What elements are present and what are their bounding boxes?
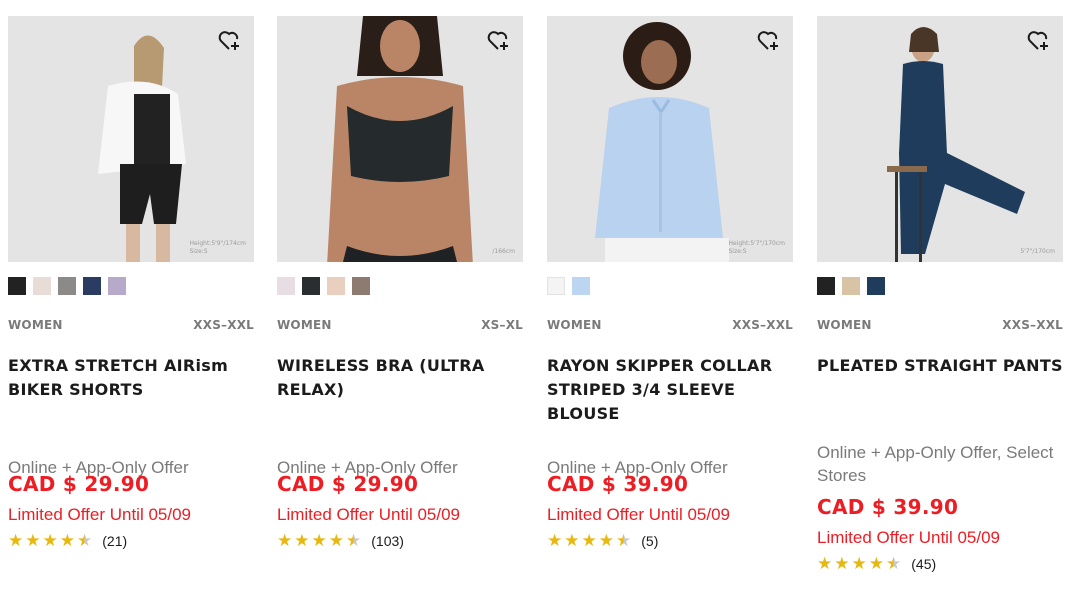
offer-label: Online + App-Only Offer, Select Stores [817, 443, 1054, 485]
star-icon: ★ [25, 531, 41, 550]
model-size-hint: /166cm [492, 248, 515, 255]
star-half-icon: ★ [886, 554, 902, 573]
product-meta: WOMEN XS–XL [277, 318, 523, 332]
star-half-icon: ★ [77, 531, 93, 550]
review-count: (103) [371, 533, 404, 549]
color-swatch[interactable] [302, 277, 320, 295]
star-icon: ★ [834, 554, 850, 573]
color-swatch[interactable] [277, 277, 295, 295]
star-icon: ★ [294, 531, 310, 550]
add-to-wishlist-button[interactable] [216, 26, 244, 54]
color-swatch[interactable] [547, 277, 565, 295]
rating: ★ ★ ★ ★ ★ (21) [8, 532, 127, 550]
color-swatch[interactable] [33, 277, 51, 295]
color-swatch[interactable] [867, 277, 885, 295]
size-range: XXS–XXL [732, 318, 793, 332]
add-to-wishlist-button[interactable] [1025, 26, 1053, 54]
heart-plus-icon [757, 31, 778, 50]
star-icon: ★ [59, 531, 75, 550]
product-meta: WOMEN XXS–XXL [817, 318, 1063, 332]
rating: ★ ★ ★ ★ ★ (5) [547, 532, 658, 550]
limited-offer-label: Limited Offer Until 05/09 [817, 528, 1000, 547]
model-size-hint: 5'7"/170cm [1020, 248, 1055, 255]
product-card[interactable]: Height:5'7"/170cm Size:S WOMEN XXS–XXL R… [547, 16, 793, 550]
product-card[interactable]: Height:5'9"/174cm Size:S WOMEN XXS–XXL E… [8, 16, 254, 550]
star-icon: ★ [581, 531, 597, 550]
color-swatches [277, 277, 370, 295]
color-swatches [817, 277, 885, 295]
star-icon: ★ [598, 531, 614, 550]
review-count: (45) [911, 556, 937, 572]
gender-label: WOMEN [277, 318, 332, 332]
gender-label: WOMEN [547, 318, 602, 332]
model-size-hint: Height:5'9"/174cm Size:S [189, 240, 246, 255]
color-swatch[interactable] [83, 277, 101, 295]
heart-plus-icon [487, 31, 508, 50]
product-name[interactable]: EXTRA STRETCH AIRism BIKER SHORTS [8, 354, 254, 402]
color-swatch[interactable] [108, 277, 126, 295]
star-icon: ★ [851, 554, 867, 573]
color-swatch[interactable] [572, 277, 590, 295]
gender-label: WOMEN [8, 318, 63, 332]
star-half-icon: ★ [346, 531, 362, 550]
rating: ★ ★ ★ ★ ★ (103) [277, 532, 404, 550]
review-count: (21) [102, 533, 128, 549]
color-swatch[interactable] [842, 277, 860, 295]
star-icon: ★ [817, 554, 833, 573]
star-icon: ★ [564, 531, 580, 550]
review-count: (5) [641, 533, 659, 549]
star-icon: ★ [277, 531, 293, 550]
color-swatch[interactable] [58, 277, 76, 295]
product-card[interactable]: 5'7"/170cm WOMEN XXS–XXL PLEATED STRAIGH… [817, 16, 1063, 573]
product-image[interactable]: Height:5'7"/170cm Size:S [547, 16, 793, 262]
product-card[interactable]: /166cm WOMEN XS–XL WIRELESS BRA (ULTRA R… [277, 16, 523, 550]
add-to-wishlist-button[interactable] [755, 26, 783, 54]
heart-plus-icon [1027, 31, 1048, 50]
star-icon: ★ [547, 531, 563, 550]
product-name[interactable]: WIRELESS BRA (ULTRA RELAX) [277, 354, 523, 402]
gender-label: WOMEN [817, 318, 872, 332]
star-icon: ★ [311, 531, 327, 550]
product-image[interactable]: Height:5'9"/174cm Size:S [8, 16, 254, 262]
color-swatch[interactable] [327, 277, 345, 295]
product-price: CAD $ 39.90 [547, 472, 689, 496]
star-icon: ★ [868, 554, 884, 573]
product-price: CAD $ 29.90 [8, 472, 150, 496]
color-swatches [547, 277, 590, 295]
limited-offer-label: Limited Offer Until 05/09 [547, 505, 730, 524]
product-name[interactable]: RAYON SKIPPER COLLAR STRIPED 3/4 SLEEVE … [547, 354, 793, 426]
product-price: CAD $ 39.90 [817, 495, 959, 519]
product-name[interactable]: PLEATED STRAIGHT PANTS [817, 354, 1063, 378]
product-image[interactable]: 5'7"/170cm [817, 16, 1063, 262]
color-swatch[interactable] [8, 277, 26, 295]
size-range: XXS–XXL [193, 318, 254, 332]
rating: ★ ★ ★ ★ ★ (45) [817, 555, 936, 573]
size-range: XS–XL [481, 318, 523, 332]
limited-offer-label: Limited Offer Until 05/09 [277, 505, 460, 524]
star-icon: ★ [328, 531, 344, 550]
product-price: CAD $ 29.90 [277, 472, 419, 496]
color-swatch[interactable] [352, 277, 370, 295]
star-icon: ★ [8, 531, 24, 550]
add-to-wishlist-button[interactable] [485, 26, 513, 54]
product-grid: Height:5'9"/174cm Size:S WOMEN XXS–XXL E… [0, 0, 1080, 593]
heart-plus-icon [218, 31, 239, 50]
star-half-icon: ★ [616, 531, 632, 550]
product-image[interactable]: /166cm [277, 16, 523, 262]
size-range: XXS–XXL [1002, 318, 1063, 332]
product-meta: WOMEN XXS–XXL [8, 318, 254, 332]
product-meta: WOMEN XXS–XXL [547, 318, 793, 332]
limited-offer-label: Limited Offer Until 05/09 [8, 505, 191, 524]
color-swatch[interactable] [817, 277, 835, 295]
star-icon: ★ [42, 531, 58, 550]
color-swatches [8, 277, 126, 295]
model-size-hint: Height:5'7"/170cm Size:S [728, 240, 785, 255]
